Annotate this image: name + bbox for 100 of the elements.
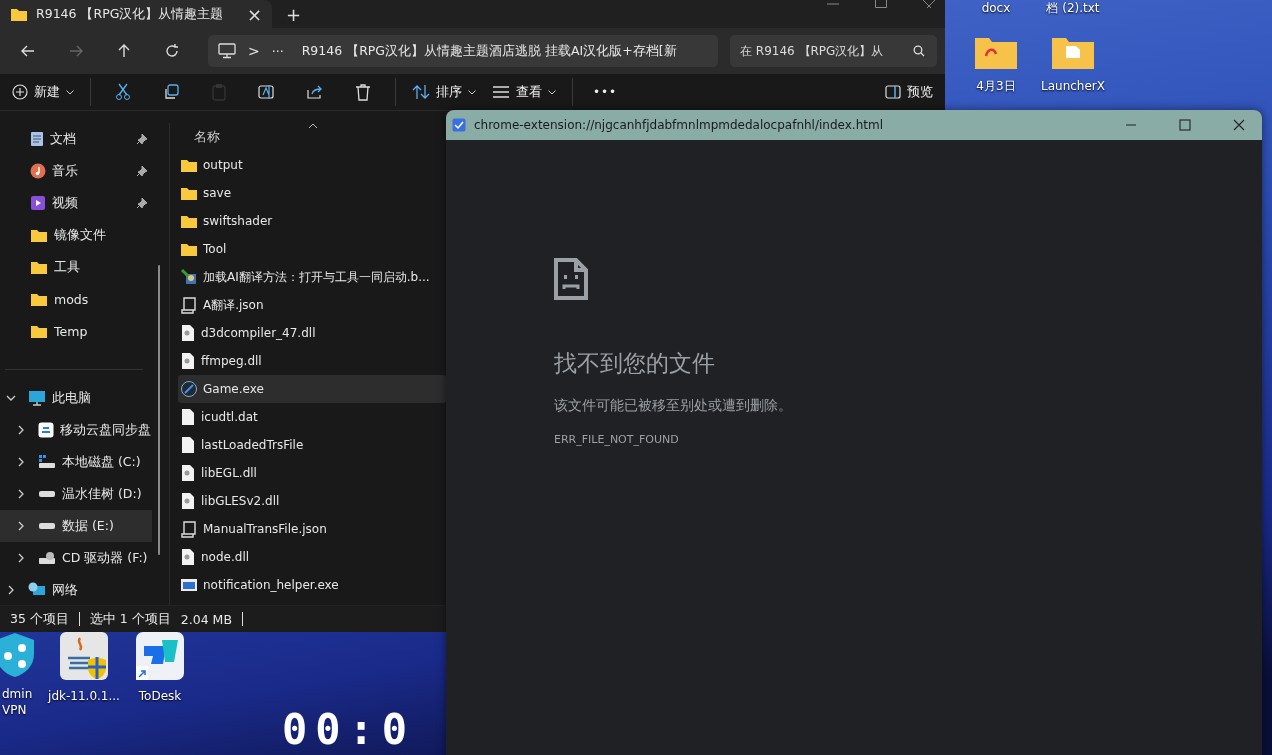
list-view-icon — [492, 85, 510, 99]
chevron-icon[interactable] — [16, 521, 26, 531]
copy-icon — [163, 84, 179, 100]
shield-network-icon[interactable] — [0, 632, 36, 678]
new-tab-button[interactable]: + — [272, 0, 316, 28]
gear-file-icon — [180, 464, 196, 482]
file-row[interactable]: A翻译.json — [178, 291, 446, 319]
folder-icon — [30, 291, 48, 307]
desktop-icon-label[interactable]: 档 (2).txt — [1046, 0, 1100, 16]
file-row[interactable]: icudtl.dat — [178, 403, 446, 431]
caret-icon — [468, 89, 476, 95]
navigation-item[interactable]: 移动云盘同步盘 — [0, 414, 152, 446]
file-row[interactable]: d3dcompiler_47.dll — [178, 319, 446, 347]
folder-icon — [30, 259, 48, 275]
system-drive-icon — [38, 454, 56, 470]
pin-icon[interactable] — [136, 197, 148, 209]
more-button[interactable]: ••• — [583, 78, 627, 106]
file-row[interactable]: save — [178, 179, 446, 207]
close-tab-button[interactable]: × — [246, 3, 262, 25]
navigation-item[interactable]: 音乐 — [0, 155, 152, 187]
file-row[interactable]: output — [178, 151, 446, 179]
sort-arrows-icon — [412, 84, 430, 100]
file-row[interactable]: Tool — [178, 235, 446, 263]
file-row[interactable]: libEGL.dll — [178, 459, 446, 487]
desktop-icon-label[interactable]: ToDesk — [138, 688, 182, 704]
chevron-icon[interactable] — [16, 553, 26, 563]
address-bar[interactable]: > ··· R9146 【RPG汉化】从情趣主题酒店逃脱 挂载AI汉化版+存档[新 — [208, 35, 718, 67]
navigation-item[interactable]: 视频 — [0, 187, 152, 219]
file-row[interactable]: ManualTransFile.json — [178, 515, 446, 543]
preview-pane-button[interactable]: 预览 — [879, 78, 939, 106]
file-row[interactable]: Game.exe — [178, 375, 446, 403]
pin-icon[interactable] — [136, 133, 148, 145]
breadcrumb-overflow[interactable]: ··· — [271, 43, 284, 59]
chevron-icon[interactable] — [6, 393, 16, 403]
scroll-file-icon — [180, 296, 198, 314]
sort-button[interactable]: 排序 — [406, 78, 482, 106]
error-code: ERR_FILE_NOT_FOUND — [554, 433, 679, 446]
desktop-icon-label[interactable]: jdk-11.0.1... — [48, 688, 120, 704]
scroll-file-icon — [180, 520, 198, 538]
view-button[interactable]: 查看 — [486, 78, 562, 106]
file-row[interactable]: swiftshader — [178, 207, 446, 235]
search-field[interactable]: 在 R9146 【RPG汉化】从 — [730, 35, 937, 67]
close-icon[interactable] — [923, 0, 935, 8]
java-cup-shield-icon[interactable] — [60, 632, 108, 680]
file-row[interactable]: notification_helper.exe — [178, 571, 446, 599]
status-text: 2.04 MB — [180, 611, 232, 627]
remote-desktop-app-icon[interactable] — [136, 632, 184, 680]
chevron-icon[interactable] — [16, 425, 26, 435]
document-icon — [30, 131, 44, 147]
cloud-drive-icon — [38, 422, 54, 438]
folder-icon[interactable] — [1051, 36, 1095, 70]
chevron-icon[interactable] — [16, 457, 26, 467]
navigation-item[interactable]: Temp — [0, 315, 152, 347]
folder-icon[interactable] — [974, 36, 1018, 70]
breadcrumb-chevron[interactable]: > — [248, 43, 260, 59]
file-row[interactable]: lastLoadedTrsFile — [178, 431, 446, 459]
navigation-item[interactable]: mods — [0, 283, 152, 315]
gear-file-icon — [180, 324, 196, 342]
rename-icon — [258, 84, 276, 100]
maximize-icon[interactable] — [875, 0, 887, 8]
navigation-item[interactable]: 文档 — [0, 123, 152, 155]
navigation-item[interactable]: CD 驱动器 (F:) — [0, 542, 152, 574]
navigation-item[interactable]: 镜像文件 — [0, 219, 152, 251]
file-row[interactable]: 加载AI翻译方法：打开与工具一同启动.b... — [178, 263, 446, 291]
file-row[interactable]: libGLESv2.dll — [178, 487, 446, 515]
pin-icon[interactable] — [136, 165, 148, 177]
status-text: 35 个项目 — [10, 610, 69, 628]
music-note-icon — [30, 163, 46, 179]
file-row[interactable]: ffmpeg.dll — [178, 347, 446, 375]
sad-file-icon — [554, 258, 588, 300]
folder-icon — [180, 241, 198, 257]
navigation-item[interactable]: 工具 — [0, 251, 152, 283]
close-icon[interactable] — [1233, 119, 1245, 131]
desktop-icon-label[interactable]: dmin VPN — [0, 686, 42, 718]
clipboard-icon — [212, 83, 226, 101]
navigation-item[interactable]: 网络 — [0, 574, 152, 606]
caret-icon — [548, 89, 556, 95]
chevron-icon[interactable] — [16, 489, 26, 499]
folder-icon — [30, 227, 48, 243]
navigation-item[interactable]: 温水佳树 (D:) — [0, 478, 152, 510]
new-button[interactable]: 新建 — [6, 78, 80, 106]
monitor-icon — [218, 43, 236, 59]
forward-arrow-icon — [68, 43, 84, 59]
network-globe-icon — [28, 582, 46, 598]
file-row[interactable]: node.dll — [178, 543, 446, 571]
desktop-icon-label[interactable]: LauncherX — [1041, 78, 1105, 94]
name-column-header[interactable]: 名称 — [194, 128, 220, 146]
desktop-icon-label[interactable]: 4月3日 — [976, 78, 1016, 94]
up-arrow-icon — [116, 43, 132, 59]
navigation-item[interactable]: 此电脑 — [0, 382, 152, 414]
maximize-icon[interactable] — [1179, 119, 1191, 131]
chevron-icon[interactable] — [6, 585, 16, 595]
folder-tab[interactable]: R9146 【RPG汉化】从情趣主题 × — [0, 0, 272, 28]
desktop-icon-label[interactable]: docx — [981, 0, 1011, 16]
error-message: 该文件可能已被移至别处或遭到删除。 — [554, 397, 792, 415]
navigation-item[interactable]: 本地磁盘 (C:) — [0, 446, 152, 478]
navigation-item[interactable]: 数据 (E:) — [0, 510, 152, 542]
breadcrumb-path[interactable]: R9146 【RPG汉化】从情趣主题酒店逃脱 挂载AI汉化版+存档[新 — [301, 42, 677, 60]
clock-digits: 00:0 — [282, 708, 416, 752]
sort-caret-icon — [308, 123, 318, 129]
